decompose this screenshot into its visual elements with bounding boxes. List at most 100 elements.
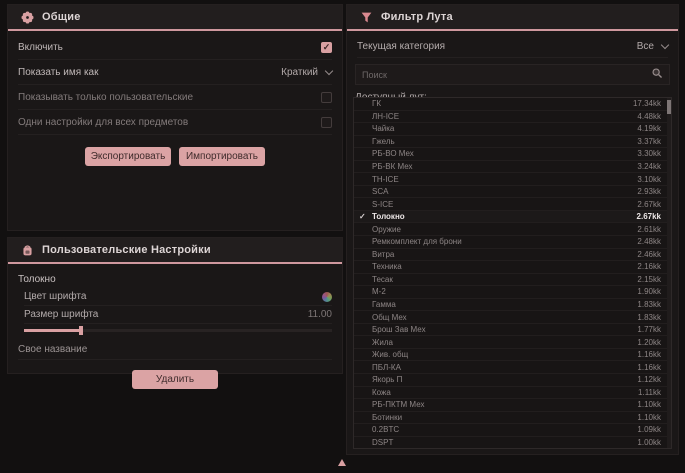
loot-item-name: РБ-ВК Мех: [372, 162, 629, 171]
loot-row[interactable]: Гамма 1.83kk: [354, 299, 671, 312]
loot-row[interactable]: ✓Толокно2.67kk: [354, 211, 671, 224]
loot-filter-title: Фильтр Лута: [381, 11, 453, 23]
loot-item-name: РБ-ПКТМ Мех: [372, 400, 629, 409]
import-button[interactable]: Импортировать: [179, 147, 265, 166]
enable-checkbox[interactable]: ✓: [321, 42, 332, 53]
selected-item-name: Толокно: [18, 274, 332, 285]
loot-item-value: 1.83kk: [637, 313, 661, 322]
loot-item-value: 17.34kk: [633, 99, 661, 108]
loot-item-value: 2.67kk: [637, 200, 661, 209]
loot-row[interactable]: Гжель3.37kk: [354, 136, 671, 149]
setting-row-only-custom: Показывать только пользовательские: [18, 85, 332, 110]
loot-item-value: 1.11kk: [638, 388, 661, 397]
loot-row[interactable]: SCA2.93kk: [354, 186, 671, 199]
same-settings-checkbox[interactable]: [321, 117, 332, 128]
loot-row[interactable]: РБ-ВО Мех 3.30kk: [354, 148, 671, 161]
category-value: Все: [637, 41, 654, 52]
general-panel-header: Общие: [8, 5, 342, 31]
category-select[interactable]: Все: [637, 41, 668, 52]
export-button[interactable]: Экспортировать: [85, 147, 171, 166]
font-color-label: Цвет шрифта: [24, 291, 86, 302]
loot-item-value: 1.12kk: [637, 375, 661, 384]
setting-label: Включить: [18, 42, 63, 53]
search-box: [355, 64, 670, 85]
loot-row[interactable]: М-21.90kk: [354, 286, 671, 299]
gear-icon: [20, 10, 34, 24]
category-label: Текущая категория: [357, 41, 445, 52]
loot-item-value: 1.00kk: [637, 438, 661, 447]
search-icon[interactable]: [651, 66, 663, 84]
custom-name-input[interactable]: [18, 341, 332, 359]
loot-item-name: S-ICE: [372, 200, 629, 209]
loot-item-name: Общ Мех: [372, 313, 629, 322]
setting-label: Показать имя как: [18, 67, 98, 78]
loot-item-value: 1.09kk: [637, 425, 661, 434]
delete-row: Удалить: [8, 370, 342, 389]
chevron-down-icon: [325, 66, 333, 74]
loot-row[interactable]: Витра2.46kk: [354, 249, 671, 262]
loot-row[interactable]: Жив. общ 1.16kk: [354, 349, 671, 362]
loot-filter-panel: Фильтр Лута Текущая категория Все Доступ…: [346, 4, 679, 455]
user-settings-header: Пользовательские Настройки: [8, 238, 342, 264]
custom-name-field-wrap: [18, 339, 332, 360]
loot-item-value: 2.15kk: [637, 275, 661, 284]
loot-item-value: 1.16kk: [637, 363, 661, 372]
loot-item-name: Техника: [372, 262, 629, 271]
loot-item-value: 2.67kk: [637, 212, 661, 221]
loot-row[interactable]: Ремкомплект для брони2.48kk: [354, 236, 671, 249]
loot-item-name: Жив. общ: [372, 350, 629, 359]
loot-row[interactable]: ГК17.34kk: [354, 98, 671, 111]
loot-row[interactable]: Чайка 4.19kk: [354, 123, 671, 136]
resize-handle-icon[interactable]: [338, 459, 346, 466]
funnel-icon: [359, 10, 373, 24]
loot-item-name: Кожа: [372, 388, 630, 397]
loot-row[interactable]: Ботинки1.10kk: [354, 412, 671, 425]
loot-row[interactable]: ПБЛ-КА1.16kk: [354, 361, 671, 374]
font-size-slider[interactable]: [24, 329, 332, 332]
loot-row[interactable]: DSPT1.00kk: [354, 437, 671, 449]
loot-row[interactable]: Жила1.20kk: [354, 336, 671, 349]
loot-item-name: Брош Зав Мех: [372, 325, 629, 334]
loot-item-name: Тесак: [372, 275, 629, 284]
loot-item-name: Якорь П: [372, 375, 629, 384]
loot-item-name: Толокно: [372, 212, 629, 221]
font-color-row[interactable]: Цвет шрифта: [24, 288, 332, 306]
loot-item-value: 1.16kk: [637, 350, 661, 359]
loot-item-value: 1.83kk: [637, 300, 661, 309]
loot-row[interactable]: Якорь П 1.12kk: [354, 374, 671, 387]
backpack-icon: [20, 243, 34, 257]
loot-row[interactable]: Оружие2.61kk: [354, 223, 671, 236]
loot-row[interactable]: 0.2BTC1.09kk: [354, 424, 671, 437]
loot-row[interactable]: РБ-ВК Мех3.24kk: [354, 161, 671, 174]
scrollbar-thumb[interactable]: [667, 100, 671, 114]
loot-row[interactable]: ЛН-ICE4.48kk: [354, 111, 671, 124]
color-wheel-icon[interactable]: [322, 292, 332, 302]
loot-item-value: 3.30kk: [637, 149, 661, 158]
name-display-select[interactable]: Краткий: [281, 67, 332, 78]
loot-row[interactable]: ТН-ICE3.10kk: [354, 173, 671, 186]
loot-row[interactable]: S-ICE 2.67kk: [354, 198, 671, 211]
loot-item-value: 1.90kk: [637, 287, 661, 296]
loot-item-name: ТН-ICE: [372, 175, 629, 184]
loot-row[interactable]: Общ Мех 1.83kk: [354, 311, 671, 324]
loot-item-name: Гжель: [372, 137, 629, 146]
select-value: Краткий: [281, 67, 318, 78]
loot-item-name: Чайка: [372, 124, 629, 133]
scrollbar[interactable]: [667, 98, 671, 448]
loot-item-value: 2.46kk: [637, 250, 661, 259]
loot-row[interactable]: РБ-ПКТМ Мех1.10kk: [354, 399, 671, 412]
loot-row[interactable]: Техника2.16kk: [354, 261, 671, 274]
slider-thumb[interactable]: [79, 326, 83, 335]
only-custom-checkbox[interactable]: [321, 92, 332, 103]
search-input[interactable]: [362, 70, 645, 80]
loot-row[interactable]: Брош Зав Мех1.77kk: [354, 324, 671, 337]
loot-item-value: 4.19kk: [637, 124, 661, 133]
loot-item-name: Гамма: [372, 300, 629, 309]
font-size-label: Размер шрифта: [24, 309, 98, 320]
delete-button[interactable]: Удалить: [132, 370, 218, 389]
user-settings-title: Пользовательские Настройки: [42, 244, 211, 256]
user-settings-panel: Пользовательские Настройки Толокно Цвет …: [7, 237, 343, 374]
loot-row[interactable]: Кожа 1.11kk: [354, 387, 671, 400]
loot-row[interactable]: Тесак 2.15kk: [354, 274, 671, 287]
loot-item-name: РБ-ВО Мех: [372, 149, 629, 158]
